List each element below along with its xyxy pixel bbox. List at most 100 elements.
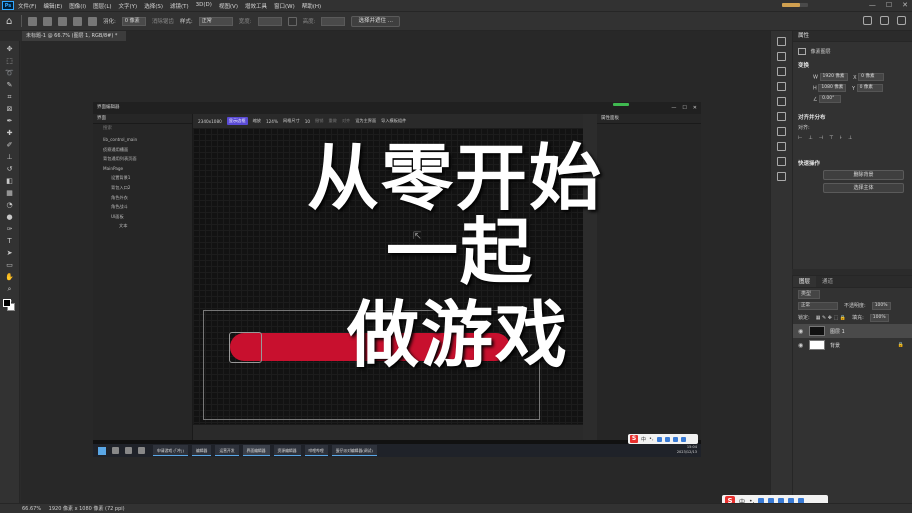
- selection-box[interactable]: [229, 332, 262, 363]
- actions-icon[interactable]: [777, 52, 786, 61]
- ime-mode[interactable]: 中: [641, 436, 646, 443]
- x-input[interactable]: 0 像素: [858, 73, 885, 81]
- ime-keyboard-icon[interactable]: [664, 436, 670, 442]
- style-select[interactable]: 正常: [198, 16, 233, 26]
- frame-tool-icon[interactable]: ⊠: [5, 105, 15, 113]
- swatches-icon[interactable]: [777, 97, 786, 106]
- tree-item[interactable]: 背包通用列表页面: [93, 154, 192, 164]
- tree-item[interactable]: 背包入口2: [93, 183, 192, 193]
- glyphs-icon[interactable]: [777, 172, 786, 181]
- task-view-icon[interactable]: [125, 447, 132, 454]
- foreground-color-swatch[interactable]: [3, 299, 11, 307]
- remove-background-button[interactable]: 删除背景: [823, 170, 904, 180]
- tree-item[interactable]: 角色外衣: [93, 193, 192, 203]
- opacity-input[interactable]: 100%: [871, 302, 891, 310]
- minimize-icon[interactable]: —: [869, 1, 876, 9]
- menu-item-filter[interactable]: 滤镜(T): [170, 2, 189, 10]
- maximize-icon[interactable]: ☐: [886, 1, 892, 9]
- path-select-tool-icon[interactable]: ➤: [5, 249, 15, 257]
- menu-item-file[interactable]: 文件(F): [18, 2, 36, 10]
- feather-input[interactable]: 0 像素: [121, 16, 146, 26]
- taskbar-clock[interactable]: 15:04 2023/12/13: [677, 445, 697, 455]
- taskbar-app[interactable]: 哔哩哔哩: [304, 445, 328, 456]
- ime-punct[interactable]: •,: [649, 436, 654, 442]
- properties-tab[interactable]: 属性: [793, 31, 912, 42]
- tree-item[interactable]: 侦察通用槽面: [93, 145, 192, 155]
- ime-skin-icon[interactable]: [672, 436, 678, 442]
- new-selection-icon[interactable]: [43, 16, 52, 26]
- menu-item-window[interactable]: 窗口(W): [274, 2, 295, 10]
- menu-item-help[interactable]: 帮助(H): [302, 2, 321, 10]
- home-icon[interactable]: ⌂: [6, 16, 15, 26]
- menu-item-layer[interactable]: 图层(L): [93, 2, 111, 10]
- fill-input[interactable]: 100%: [869, 314, 889, 322]
- tab-layers[interactable]: 图层: [793, 276, 817, 287]
- menu-item-select[interactable]: 选择(S): [144, 2, 163, 10]
- pen-tool-icon[interactable]: ✑: [5, 225, 15, 233]
- height-input[interactable]: 1080 像素: [818, 84, 847, 92]
- tree-item[interactable]: 设置背景1: [93, 173, 192, 183]
- show-border-button[interactable]: 显示边框: [226, 117, 248, 125]
- add-selection-icon[interactable]: [58, 16, 67, 26]
- tools-preset-icon[interactable]: [777, 157, 786, 166]
- windows-start-icon[interactable]: [98, 446, 106, 455]
- quick-select-tool-icon[interactable]: ✎: [5, 81, 15, 89]
- ime-mic-icon[interactable]: [656, 436, 662, 442]
- align-button[interactable]: 对齐: [342, 118, 350, 124]
- tree-item[interactable]: UI面板: [93, 212, 192, 222]
- eyedropper-tool-icon[interactable]: ✒: [5, 117, 15, 125]
- libraries-icon[interactable]: [777, 142, 786, 151]
- brush-tool-icon[interactable]: ✐: [5, 141, 15, 149]
- align-left-icon[interactable]: ⊢: [798, 135, 802, 141]
- marquee-tool-icon[interactable]: ⬚: [5, 57, 15, 65]
- marquee-tool-icon[interactable]: [28, 16, 37, 26]
- eye-icon[interactable]: ◉: [798, 328, 804, 335]
- angle-input[interactable]: 0.00°: [819, 95, 842, 103]
- eye-icon[interactable]: ◉: [798, 342, 804, 349]
- workspace-icon[interactable]: [880, 16, 889, 25]
- character-icon[interactable]: [777, 112, 786, 121]
- set-main-button[interactable]: 设为主界面: [355, 118, 376, 124]
- taskbar-app[interactable]: 蛋仔派对编辑器(调试): [331, 445, 377, 456]
- type-tool-icon[interactable]: T: [5, 237, 15, 245]
- tree-item[interactable]: MainPage: [93, 164, 192, 174]
- height-input[interactable]: [321, 16, 346, 26]
- zoom-select[interactable]: 124%: [266, 119, 278, 124]
- eraser-tool-icon[interactable]: ◧: [5, 177, 15, 185]
- taskbar-app[interactable]: 界面编辑器: [242, 445, 270, 456]
- taskbar-app[interactable]: 申请游戏 (「冲」): [153, 445, 188, 456]
- align-section-title[interactable]: 对齐并分布: [793, 113, 912, 121]
- hand-tool-icon[interactable]: ✋: [5, 273, 15, 281]
- select-and-mask-button[interactable]: 选择并遮住 ...: [351, 15, 400, 27]
- zoom-tool-icon[interactable]: ⌕: [5, 285, 15, 293]
- close-icon[interactable]: ✕: [902, 1, 908, 9]
- width-input[interactable]: 1920 像素: [819, 73, 848, 81]
- shape-tool-icon[interactable]: ▭: [5, 261, 15, 269]
- swap-icon[interactable]: [287, 16, 297, 26]
- share-icon[interactable]: [897, 16, 906, 25]
- lock-icon[interactable]: 🔒: [898, 342, 904, 348]
- quick-actions-title[interactable]: 快速操作: [793, 159, 912, 167]
- align-vcenter-icon[interactable]: ⊦: [839, 135, 842, 141]
- antialias-checkbox[interactable]: 消除锯齿: [152, 17, 174, 25]
- history-brush-tool-icon[interactable]: ↺: [5, 165, 15, 173]
- document-tab[interactable]: 未标题-1 @ 66.7% (图层 1, RGB/8#) *: [22, 31, 126, 41]
- clone-stamp-tool-icon[interactable]: ⊥: [5, 153, 15, 161]
- align-hcenter-icon[interactable]: ⊥: [808, 135, 812, 141]
- tree-item[interactable]: 文本: [93, 221, 192, 231]
- menu-item-3d[interactable]: 3D(D): [196, 2, 212, 10]
- transform-section-title[interactable]: 变换: [793, 61, 912, 69]
- status-zoom[interactable]: 66.67%: [22, 506, 41, 512]
- subtract-selection-icon[interactable]: [73, 16, 82, 26]
- move-tool-icon[interactable]: ✥: [5, 45, 15, 53]
- tree-item[interactable]: 角色战斗: [93, 202, 192, 212]
- menu-item-type[interactable]: 文字(Y): [119, 2, 138, 10]
- lasso-tool-icon[interactable]: ➰: [5, 69, 15, 77]
- import-template-button[interactable]: 导入模板组件: [381, 118, 406, 124]
- paragraph-icon[interactable]: [777, 127, 786, 136]
- layer-row[interactable]: ◉ 背景 🔒: [793, 338, 912, 352]
- inner-minimize-icon[interactable]: —: [671, 102, 676, 114]
- crop-tool-icon[interactable]: ⌗: [5, 93, 15, 101]
- healing-brush-tool-icon[interactable]: ✚: [5, 129, 15, 137]
- photoshop-logo-icon[interactable]: Ps: [2, 1, 14, 10]
